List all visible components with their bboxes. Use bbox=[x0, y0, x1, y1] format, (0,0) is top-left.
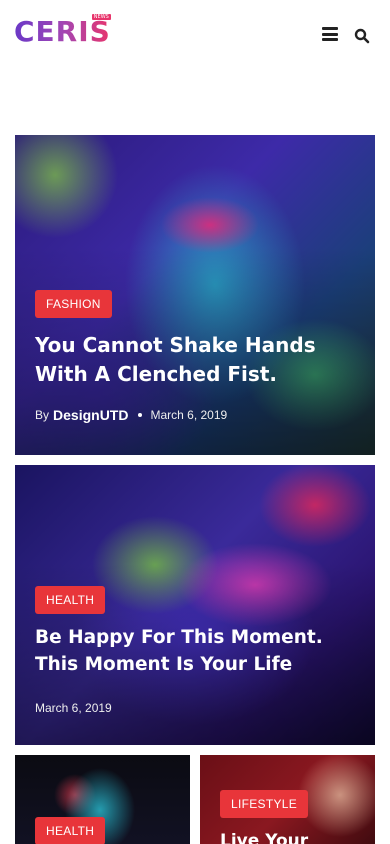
post-meta: By DesignUTD March 6, 2019 bbox=[35, 407, 227, 423]
search-icon[interactable] bbox=[354, 28, 370, 44]
post-date: March 6, 2019 bbox=[35, 701, 112, 715]
featured-post-card[interactable]: FASHION You Cannot Shake Hands With A Cl… bbox=[15, 135, 375, 455]
post-card[interactable]: HEALTH bbox=[15, 755, 190, 844]
category-badge[interactable]: LIFESTYLE bbox=[220, 790, 309, 818]
post-meta: March 6, 2019 bbox=[35, 701, 112, 715]
post-card[interactable]: HEALTH Be Happy For This Moment. This Mo… bbox=[15, 465, 375, 745]
post-date: March 6, 2019 bbox=[150, 408, 228, 422]
site-logo[interactable]: CERIS NEWS bbox=[14, 14, 111, 50]
post-title[interactable]: Live Your bbox=[220, 829, 370, 844]
category-badge[interactable]: HEALTH bbox=[35, 817, 106, 844]
hamburger-menu-icon[interactable] bbox=[322, 27, 338, 41]
site-header: CERIS NEWS bbox=[0, 0, 390, 70]
category-badge[interactable]: HEALTH bbox=[35, 586, 106, 614]
logo-tag: NEWS bbox=[91, 14, 111, 20]
post-title[interactable]: Be Happy For This Moment. This Moment Is… bbox=[35, 625, 355, 679]
meta-separator bbox=[138, 413, 143, 417]
post-title[interactable]: You Cannot Shake Hands With A Clenched F… bbox=[35, 331, 355, 389]
by-label: By bbox=[35, 408, 50, 422]
category-badge[interactable]: FASHION bbox=[35, 290, 112, 318]
post-card[interactable]: LIFESTYLE Live Your bbox=[200, 755, 375, 844]
post-author[interactable]: DesignUTD bbox=[53, 407, 128, 423]
